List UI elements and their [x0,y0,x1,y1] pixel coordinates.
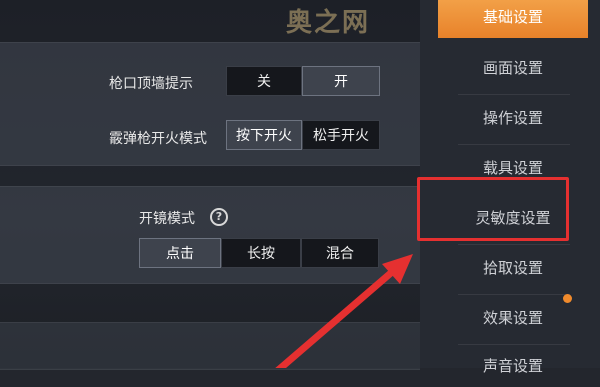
sidebar-divider [458,144,570,145]
sidebar-divider [458,94,570,95]
sidebar-item-sensitivity[interactable]: 灵敏度设置 [438,197,588,239]
scope-mode-toggle: 点击 长按 混合 [139,238,379,268]
settings-panel-scope [0,186,420,284]
scope-hold-button[interactable]: 长按 [221,238,301,268]
sidebar-item-effects[interactable]: 效果设置 [438,297,588,339]
sidebar-item-controls[interactable]: 操作设置 [438,97,588,139]
settings-sidebar: 基础设置 画面设置 操作设置 载具设置 灵敏度设置 拾取设置 效果设置 声音设置 [420,0,600,375]
scope-mixed-button[interactable]: 混合 [301,238,379,268]
muzzle-wall-hint-toggle: 关 开 [226,66,380,96]
sidebar-divider [458,294,570,295]
sidebar-item-graphics[interactable]: 画面设置 [438,47,588,89]
shotgun-release-fire-button[interactable]: 松手开火 [302,120,380,150]
muzzle-wall-hint-off-button[interactable]: 关 [226,66,302,96]
scope-mode-label: 开镜模式 [139,211,195,227]
question-circle-icon[interactable]: ? [210,208,228,226]
sidebar-item-vehicle[interactable]: 载具设置 [438,147,588,189]
muzzle-wall-hint-label: 枪口顶墙提示 [109,76,193,92]
sidebar-item-pickup[interactable]: 拾取设置 [438,247,588,289]
shotgun-fire-mode-toggle: 按下开火 松手开火 [226,120,380,150]
sidebar-item-sound[interactable]: 声音设置 [438,345,588,387]
settings-panel-next [0,322,420,370]
notification-dot [563,294,572,303]
sidebar-item-basic[interactable]: 基础设置 [438,0,588,38]
muzzle-wall-hint-on-button[interactable]: 开 [302,66,380,96]
shotgun-press-fire-button[interactable]: 按下开火 [226,120,302,150]
sidebar-divider [458,244,570,245]
watermark-logo: 奥之网 [286,8,371,38]
scope-tap-button[interactable]: 点击 [139,238,221,268]
shotgun-fire-mode-label: 霰弹枪开火模式 [109,131,207,147]
